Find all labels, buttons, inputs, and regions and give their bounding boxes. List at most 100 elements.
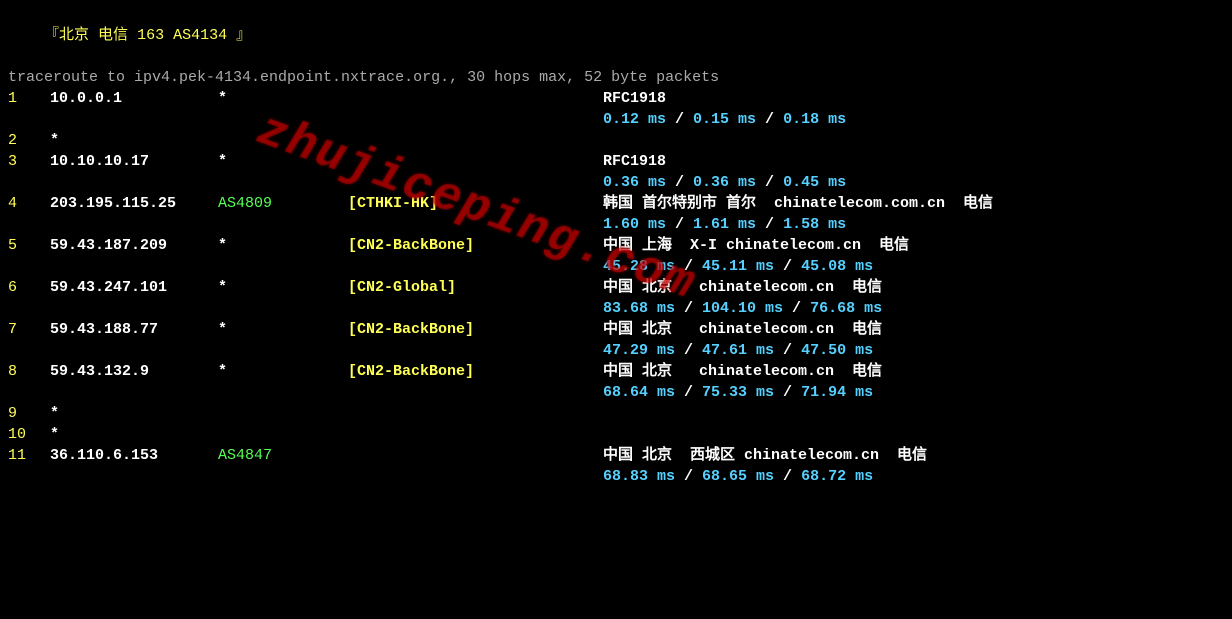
hop-latency: 47.29 ms / 47.61 ms / 47.50 ms xyxy=(603,340,873,361)
hop-row: 859.43.132.9*[CN2-BackBone]中国 北京 chinate… xyxy=(8,361,1224,382)
latency-value: 68.72 ms xyxy=(801,468,873,485)
latency-value: 0.45 ms xyxy=(783,174,846,191)
latency-separator: / xyxy=(675,300,702,317)
bracket-open: 『 xyxy=(44,27,59,44)
latency-separator: / xyxy=(675,468,702,485)
hop-asn: AS4809 xyxy=(218,193,348,214)
hop-asn xyxy=(218,403,348,424)
hop-asn: * xyxy=(218,151,348,172)
hop-latency-row: 68.64 ms / 75.33 ms / 71.94 ms xyxy=(8,382,1224,403)
hop-number: 8 xyxy=(8,361,50,382)
latency-value: 1.58 ms xyxy=(783,216,846,233)
hop-ip: 59.43.188.77 xyxy=(50,319,218,340)
latency-separator: / xyxy=(756,216,783,233)
latency-separator: / xyxy=(774,384,801,401)
hop-info: RFC1918 xyxy=(603,151,1224,172)
title-location: 北京 电信 xyxy=(59,27,128,44)
latency-value: 75.33 ms xyxy=(702,384,774,401)
hop-info: 中国 北京 chinatelecom.cn 电信 xyxy=(603,277,1224,298)
latency-value: 104.10 ms xyxy=(702,300,783,317)
latency-value: 71.94 ms xyxy=(801,384,873,401)
latency-separator: / xyxy=(666,174,693,191)
hop-asn: AS4847 xyxy=(218,445,348,466)
hop-asn xyxy=(218,424,348,445)
latency-separator: / xyxy=(774,342,801,359)
hop-number: 6 xyxy=(8,277,50,298)
latency-value: 68.83 ms xyxy=(603,468,675,485)
hop-info: 韩国 首尔特别市 首尔 chinatelecom.com.cn 电信 xyxy=(603,193,1224,214)
hop-row: 4203.195.115.25AS4809[CTHKI-HK]韩国 首尔特别市 … xyxy=(8,193,1224,214)
hop-row: 10* xyxy=(8,424,1224,445)
hop-info: RFC1918 xyxy=(603,88,1224,109)
hop-ip: 59.43.247.101 xyxy=(50,277,218,298)
hop-latency-row: 1.60 ms / 1.61 ms / 1.58 ms xyxy=(8,214,1224,235)
hop-tag: [CN2-BackBone] xyxy=(348,361,603,382)
hop-ip: * xyxy=(50,424,218,445)
hop-tag xyxy=(348,151,603,172)
hop-number: 9 xyxy=(8,403,50,424)
hop-latency: 45.28 ms / 45.11 ms / 45.08 ms xyxy=(603,256,873,277)
command-line: traceroute to ipv4.pek-4134.endpoint.nxt… xyxy=(8,67,1224,88)
terminal-window: 『北京 电信 163 AS4134 』 traceroute to ipv4.p… xyxy=(0,0,1232,619)
title-asn: 163 AS4134 xyxy=(137,27,227,44)
latency-value: 45.08 ms xyxy=(801,258,873,275)
hop-ip: 10.0.0.1 xyxy=(50,88,218,109)
hop-ip: * xyxy=(50,130,218,151)
hop-tag: [CN2-BackBone] xyxy=(348,319,603,340)
latency-separator: / xyxy=(666,216,693,233)
hop-number: 5 xyxy=(8,235,50,256)
hop-number: 7 xyxy=(8,319,50,340)
hop-row: 2* xyxy=(8,130,1224,151)
latency-value: 83.68 ms xyxy=(603,300,675,317)
latency-value: 47.50 ms xyxy=(801,342,873,359)
hop-ip: * xyxy=(50,403,218,424)
hop-ip: 36.110.6.153 xyxy=(50,445,218,466)
hop-tag: [CTHKI-HK] xyxy=(348,193,603,214)
hop-asn: * xyxy=(218,88,348,109)
hop-latency: 0.36 ms / 0.36 ms / 0.45 ms xyxy=(603,172,846,193)
latency-value: 0.15 ms xyxy=(693,111,756,128)
hop-row: 559.43.187.209*[CN2-BackBone]中国 上海 X-I c… xyxy=(8,235,1224,256)
hop-latency-row: 68.83 ms / 68.65 ms / 68.72 ms xyxy=(8,466,1224,487)
hop-latency: 1.60 ms / 1.61 ms / 1.58 ms xyxy=(603,214,846,235)
hop-asn: * xyxy=(218,319,348,340)
hop-row: 659.43.247.101*[CN2-Global]中国 北京 chinate… xyxy=(8,277,1224,298)
latency-separator: / xyxy=(666,111,693,128)
latency-value: 45.28 ms xyxy=(603,258,675,275)
bracket-close: 』 xyxy=(236,27,251,44)
latency-value: 1.61 ms xyxy=(693,216,756,233)
hop-asn: * xyxy=(218,235,348,256)
latency-value: 47.61 ms xyxy=(702,342,774,359)
hop-latency: 0.12 ms / 0.15 ms / 0.18 ms xyxy=(603,109,846,130)
hop-asn xyxy=(218,130,348,151)
latency-value: 1.60 ms xyxy=(603,216,666,233)
hop-tag xyxy=(348,403,603,424)
hop-ip: 10.10.10.17 xyxy=(50,151,218,172)
latency-value: 47.29 ms xyxy=(603,342,675,359)
hop-tag xyxy=(348,130,603,151)
hop-info xyxy=(603,403,1224,424)
hop-info: 中国 上海 X-I chinatelecom.cn 电信 xyxy=(603,235,1224,256)
hop-info: 中国 北京 西城区 chinatelecom.cn 电信 xyxy=(603,445,1224,466)
latency-value: 45.11 ms xyxy=(702,258,774,275)
hop-info: 中国 北京 chinatelecom.cn 电信 xyxy=(603,319,1224,340)
hop-list: 110.0.0.1*RFC19180.12 ms / 0.15 ms / 0.1… xyxy=(8,88,1224,487)
hop-latency-row: 47.29 ms / 47.61 ms / 47.50 ms xyxy=(8,340,1224,361)
hop-latency-row: 45.28 ms / 45.11 ms / 45.08 ms xyxy=(8,256,1224,277)
hop-latency: 83.68 ms / 104.10 ms / 76.68 ms xyxy=(603,298,882,319)
hop-latency: 68.83 ms / 68.65 ms / 68.72 ms xyxy=(603,466,873,487)
title-line: 『北京 电信 163 AS4134 』 xyxy=(8,4,1224,67)
hop-latency: 68.64 ms / 75.33 ms / 71.94 ms xyxy=(603,382,873,403)
latency-separator: / xyxy=(783,300,810,317)
hop-asn: * xyxy=(218,361,348,382)
latency-value: 0.18 ms xyxy=(783,111,846,128)
hop-tag: [CN2-BackBone] xyxy=(348,235,603,256)
hop-tag xyxy=(348,424,603,445)
latency-value: 0.36 ms xyxy=(693,174,756,191)
latency-value: 0.36 ms xyxy=(603,174,666,191)
hop-tag xyxy=(348,88,603,109)
hop-number: 3 xyxy=(8,151,50,172)
hop-tag xyxy=(348,445,603,466)
latency-separator: / xyxy=(774,258,801,275)
latency-separator: / xyxy=(675,342,702,359)
